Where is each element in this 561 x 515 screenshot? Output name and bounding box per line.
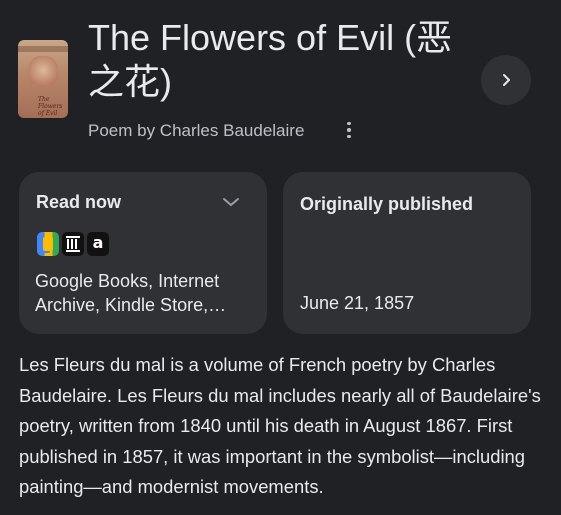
store-list: Google Books, Internet Archive, Kindle S… [35, 269, 257, 317]
book-description: Les Fleurs du mal is a volume of French … [19, 354, 541, 497]
cover-title-text: The Flowers of Evil [38, 96, 63, 117]
chevron-down-icon [223, 198, 239, 206]
knowledge-panel-header: The Flowers of Evil The Flowers of Evil … [0, 0, 561, 160]
originally-published-label: Originally published [300, 194, 474, 214]
page-title: The Flowers of Evil (恶之花) [88, 17, 453, 102]
more-vert-icon [347, 121, 351, 139]
book-cover-thumbnail[interactable]: The Flowers of Evil [18, 40, 68, 118]
next-button[interactable] [481, 55, 531, 105]
read-now-label: Read now [36, 192, 122, 212]
cover-figure [28, 56, 58, 92]
chevron-right-icon [503, 74, 510, 86]
internet-archive-icon[interactable] [62, 232, 84, 256]
originally-published-card[interactable]: Originally published June 21, 1857 [283, 172, 531, 334]
google-books-icon[interactable] [37, 232, 59, 256]
store-icons: a [37, 232, 109, 256]
store-list-line-2: Archive, Kindle Store,… [35, 295, 227, 315]
more-options-button[interactable] [340, 118, 358, 142]
publication-date: June 21, 1857 [300, 293, 415, 313]
amazon-kindle-icon[interactable]: a [87, 232, 109, 256]
page-subtitle: Poem by Charles Baudelaire [88, 121, 305, 140]
store-list-line-1: Google Books, Internet [35, 271, 220, 291]
expand-button[interactable] [221, 192, 241, 212]
read-now-card[interactable]: Read now a Google Books, Internet Archiv… [19, 172, 267, 334]
cover-band [18, 46, 68, 52]
